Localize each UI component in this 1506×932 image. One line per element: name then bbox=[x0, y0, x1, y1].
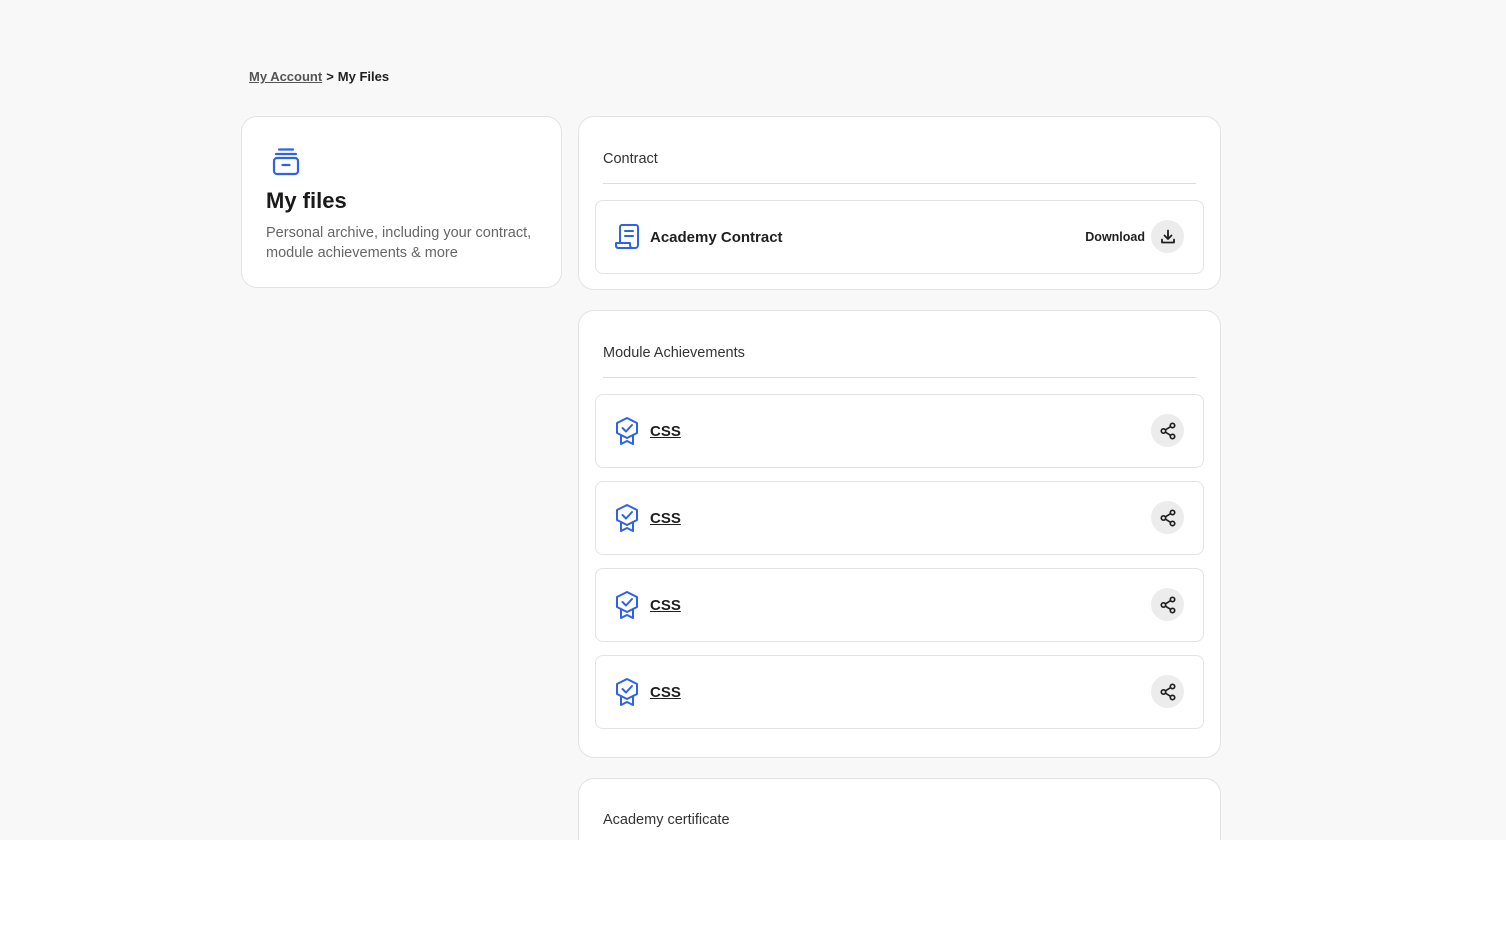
achievement-row: CSS bbox=[595, 481, 1204, 555]
achievement-row: CSS bbox=[595, 394, 1204, 468]
download-icon bbox=[1160, 229, 1175, 243]
achievement-row: CSS bbox=[595, 568, 1204, 642]
achievement-row: CSS bbox=[595, 655, 1204, 729]
section-divider bbox=[603, 183, 1196, 184]
share-button[interactable] bbox=[1151, 501, 1184, 534]
contract-section: Contract Academy Contract Download bbox=[578, 116, 1221, 290]
certificate-section-title: Academy certificate bbox=[603, 812, 730, 828]
page-description: Personal archive, including your contrac… bbox=[266, 225, 532, 261]
achievements-section-title: Module Achievements bbox=[603, 345, 745, 361]
breadcrumb: My Account > My Files bbox=[249, 69, 389, 84]
achievements-section: Module Achievements CSS CSS CSS CSS bbox=[578, 310, 1221, 758]
achievement-link[interactable]: CSS bbox=[650, 597, 681, 614]
section-divider bbox=[603, 377, 1196, 378]
badge-check-icon bbox=[612, 416, 642, 446]
badge-check-icon bbox=[612, 677, 642, 707]
share-icon bbox=[1159, 595, 1176, 614]
share-button[interactable] bbox=[1151, 675, 1184, 708]
contract-section-title: Contract bbox=[603, 151, 658, 167]
archive-icon bbox=[270, 146, 302, 178]
breadcrumb-separator: > bbox=[326, 69, 334, 84]
share-button[interactable] bbox=[1151, 588, 1184, 621]
contract-label: Academy Contract bbox=[650, 229, 783, 246]
achievement-link[interactable]: CSS bbox=[650, 684, 681, 701]
contract-row: Academy Contract Download bbox=[595, 200, 1204, 274]
certificate-section: Academy certificate bbox=[578, 778, 1221, 840]
download-button[interactable] bbox=[1151, 220, 1184, 253]
share-icon bbox=[1159, 682, 1176, 701]
breadcrumb-current: My Files bbox=[337, 69, 390, 84]
breadcrumb-link-my-account[interactable]: My Account bbox=[249, 69, 322, 84]
document-scroll-icon bbox=[612, 222, 642, 252]
achievement-link[interactable]: CSS bbox=[650, 423, 681, 440]
page-viewport: My Account > My Files My files Personal ar… bbox=[0, 0, 1506, 840]
badge-check-icon bbox=[612, 503, 642, 533]
share-icon bbox=[1159, 508, 1176, 527]
share-icon bbox=[1159, 421, 1176, 440]
page-title: My files bbox=[266, 188, 347, 213]
share-button[interactable] bbox=[1151, 414, 1184, 447]
download-label[interactable]: Download bbox=[1085, 230, 1145, 244]
badge-check-icon bbox=[612, 590, 642, 620]
achievement-link[interactable]: CSS bbox=[650, 510, 681, 527]
